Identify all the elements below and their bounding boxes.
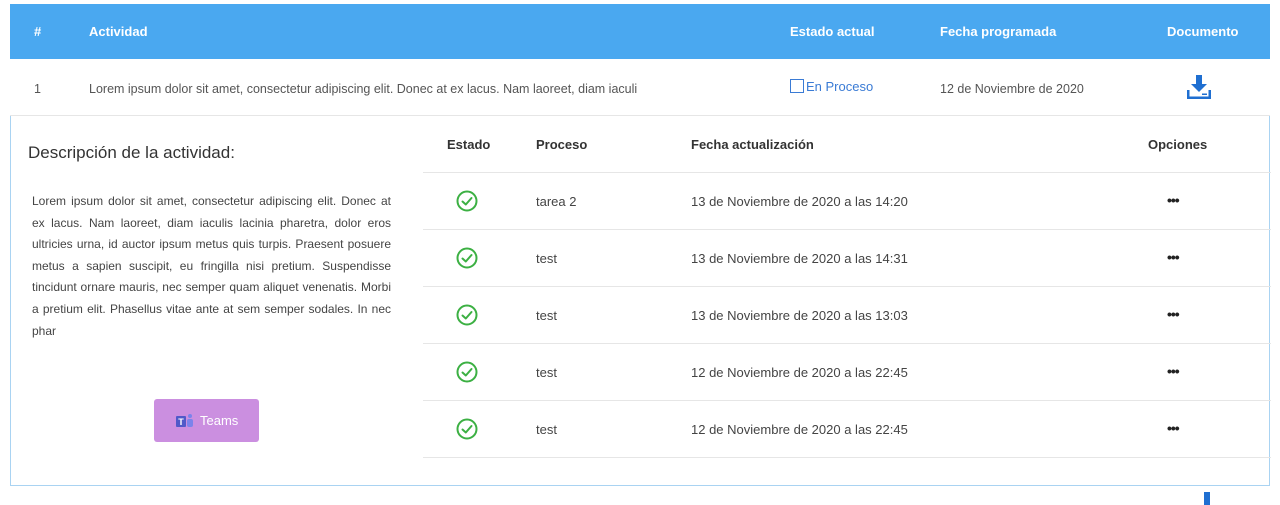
header-actividad: Actividad bbox=[89, 24, 148, 39]
check-circle-icon bbox=[456, 304, 478, 326]
activity-number: 1 bbox=[34, 82, 41, 96]
more-options-icon[interactable]: ••• bbox=[1167, 192, 1180, 208]
header-estado-actual: Estado actual bbox=[790, 24, 875, 39]
process-date: 12 de Noviembre de 2020 a las 22:45 bbox=[691, 365, 908, 380]
activity-detail-panel: Descripción de la actividad: Lorem ipsum… bbox=[10, 116, 1271, 486]
description-title: Descripción de la actividad: bbox=[28, 143, 235, 162]
process-row: test 13 de Noviembre de 2020 a las 13:03… bbox=[423, 287, 1271, 344]
more-options-icon[interactable]: ••• bbox=[1167, 306, 1180, 322]
activity-name: Lorem ipsum dolor sit amet, consectetur … bbox=[89, 82, 638, 96]
process-date: 13 de Noviembre de 2020 a las 14:31 bbox=[691, 251, 908, 266]
header-number: # bbox=[34, 24, 42, 39]
process-row: test 13 de Noviembre de 2020 a las 14:31… bbox=[423, 230, 1271, 287]
svg-text:T: T bbox=[178, 417, 184, 427]
teams-label: Teams bbox=[200, 413, 239, 428]
estado-actual-label: En Proceso bbox=[806, 79, 874, 94]
header-proceso: Proceso bbox=[536, 137, 588, 152]
process-name: test bbox=[536, 251, 557, 266]
check-circle-icon bbox=[456, 361, 478, 383]
process-name: tarea 2 bbox=[536, 194, 577, 209]
more-options-icon[interactable]: ••• bbox=[1167, 363, 1180, 379]
process-row: tarea 2 13 de Noviembre de 2020 a las 14… bbox=[423, 173, 1271, 230]
activities-table-header: # Actividad Estado actual Fecha programa… bbox=[10, 4, 1270, 59]
process-name: test bbox=[536, 308, 557, 323]
process-date: 13 de Noviembre de 2020 a las 14:20 bbox=[691, 194, 908, 209]
process-row: test 12 de Noviembre de 2020 a las 22:45… bbox=[423, 344, 1271, 401]
teams-icon: T bbox=[176, 414, 193, 427]
checkbox-icon bbox=[790, 79, 804, 93]
activity-row[interactable]: 1 Lorem ipsum dolor sit amet, consectetu… bbox=[10, 59, 1270, 116]
download-icon[interactable] bbox=[1196, 492, 1218, 505]
estado-actual-link[interactable]: En Proceso bbox=[790, 79, 873, 94]
header-documento: Documento bbox=[1167, 24, 1239, 39]
header-fecha-actualizacion: Fecha actualización bbox=[691, 137, 814, 152]
check-circle-icon bbox=[456, 247, 478, 269]
process-date: 12 de Noviembre de 2020 a las 22:45 bbox=[691, 422, 908, 437]
process-name: test bbox=[536, 365, 557, 380]
check-circle-icon bbox=[456, 190, 478, 212]
more-options-icon[interactable]: ••• bbox=[1167, 420, 1180, 436]
teams-button[interactable]: T Teams bbox=[154, 399, 259, 442]
header-opciones: Opciones bbox=[1148, 137, 1208, 152]
description-text: Lorem ipsum dolor sit amet, consectetur … bbox=[32, 194, 391, 338]
process-row: test 12 de Noviembre de 2020 a las 22:45… bbox=[423, 401, 1271, 458]
process-name: test bbox=[536, 422, 557, 437]
header-estado: Estado bbox=[447, 137, 491, 152]
process-table-header: Estado Proceso Fecha actualización Opcio… bbox=[423, 116, 1271, 173]
more-options-icon[interactable]: ••• bbox=[1167, 249, 1180, 265]
check-circle-icon bbox=[456, 418, 478, 440]
fecha-programada: 12 de Noviembre de 2020 bbox=[940, 82, 1084, 96]
process-date: 13 de Noviembre de 2020 a las 13:03 bbox=[691, 308, 908, 323]
header-fecha-programada: Fecha programada bbox=[940, 24, 1057, 39]
download-icon[interactable] bbox=[1187, 75, 1211, 99]
